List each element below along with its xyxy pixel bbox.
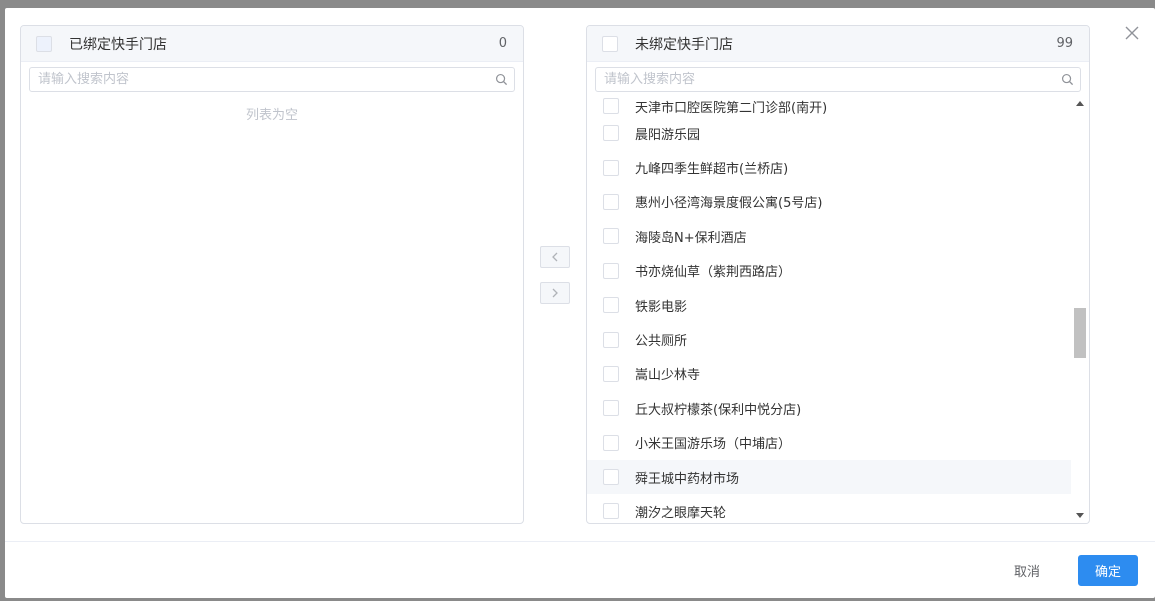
- unbound-panel-title: 未绑定快手门店: [635, 36, 733, 53]
- store-checkbox[interactable]: [603, 262, 619, 279]
- unbound-store-list: 天津市口腔医院第二门诊部(南开) 晨阳游乐园九峰四季生鲜超市(兰桥店) 惠州小径湾海…: [587, 96, 1071, 523]
- unbound-count: 99: [1056, 36, 1073, 51]
- unbound-panel-header: 未绑定快手门店 99: [587, 26, 1089, 62]
- unbound-search-input[interactable]: [596, 68, 1080, 91]
- scroll-down-arrow-icon[interactable]: [1076, 513, 1084, 518]
- list-item[interactable]: 海陵岛N+保利酒店: [587, 219, 1071, 253]
- search-icon[interactable]: [495, 73, 508, 86]
- search-icon[interactable]: [1061, 73, 1074, 86]
- list-item[interactable]: 天津市口腔医院第二门诊部(南开): [587, 96, 1071, 116]
- list-item[interactable]: 小米王国游乐场（中埔店）: [587, 426, 1071, 460]
- list-scrollbar[interactable]: [1072, 96, 1088, 523]
- store-name-label: 晨阳游乐园: [635, 127, 701, 143]
- chevron-left-icon: [552, 252, 558, 262]
- unbound-select-all-checkbox[interactable]: [602, 35, 618, 52]
- unbound-search-box: [595, 67, 1081, 92]
- dialog-footer: 取消 确定: [5, 541, 1155, 598]
- list-item[interactable]: 书亦烧仙草（紫荆西路店）: [587, 254, 1071, 288]
- move-to-left-button[interactable]: [540, 246, 570, 268]
- move-to-right-button[interactable]: [540, 282, 570, 304]
- bound-stores-panel: 已绑定快手门店 0 列表为空: [20, 25, 524, 524]
- store-name-label: 九峰四季生鲜超市(兰桥店): [635, 162, 789, 178]
- bind-store-dialog: 已绑定快手门店 0 列表为空 未绑定快手门店 99 天津市口腔医院第二门诊部(南…: [5, 8, 1155, 598]
- scroll-up-arrow-icon[interactable]: [1076, 101, 1084, 106]
- list-item[interactable]: 九峰四季生鲜超市(兰桥店): [587, 150, 1071, 184]
- store-name-label: 潮汐之眼摩天轮: [635, 505, 727, 521]
- scrollbar-thumb[interactable]: [1074, 308, 1086, 358]
- unbound-list-viewport: 天津市口腔医院第二门诊部(南开) 晨阳游乐园九峰四季生鲜超市(兰桥店) 惠州小径湾海…: [587, 96, 1089, 523]
- store-checkbox[interactable]: [603, 331, 619, 348]
- bound-panel-title: 已绑定快手门店: [69, 36, 167, 53]
- store-name-label: 丘大叔柠檬茶(保利中悦分店): [635, 402, 802, 418]
- store-checkbox[interactable]: [603, 125, 619, 142]
- store-name-label: 天津市口腔医院第二门诊部(南开): [635, 100, 828, 116]
- bound-panel-header: 已绑定快手门店 0: [21, 26, 523, 62]
- store-name-label: 嵩山少林寺: [635, 368, 701, 384]
- store-name-label: 惠州小径湾海景度假公寓(5号店): [635, 196, 823, 212]
- close-icon[interactable]: [1123, 24, 1141, 42]
- list-item[interactable]: 潮汐之眼摩天轮: [587, 494, 1071, 523]
- store-checkbox[interactable]: [603, 228, 619, 245]
- list-item[interactable]: 铁影电影: [587, 288, 1071, 322]
- list-item[interactable]: 公共厕所: [587, 322, 1071, 356]
- unbound-stores-panel: 未绑定快手门店 99 天津市口腔医院第二门诊部(南开) 晨阳游乐园九峰四季生鲜超市…: [586, 25, 1090, 524]
- list-item[interactable]: 嵩山少林寺: [587, 357, 1071, 391]
- store-name-label: 海陵岛N+保利酒店: [635, 230, 747, 246]
- store-name-label: 书亦烧仙草（紫荆西路店）: [635, 265, 792, 281]
- store-checkbox[interactable]: [603, 434, 619, 451]
- empty-list-text: 列表为空: [245, 108, 298, 123]
- store-checkbox[interactable]: [603, 98, 619, 114]
- store-checkbox[interactable]: [603, 400, 619, 417]
- store-checkbox[interactable]: [603, 365, 619, 382]
- confirm-button[interactable]: 确定: [1078, 555, 1138, 586]
- cancel-button[interactable]: 取消: [1004, 555, 1050, 585]
- store-name-label: 小米王国游乐场（中埔店）: [635, 437, 792, 453]
- list-item[interactable]: 惠州小径湾海景度假公寓(5号店): [587, 185, 1071, 219]
- list-item[interactable]: 晨阳游乐园: [587, 116, 1071, 150]
- bound-search-box: [29, 67, 515, 92]
- bound-count: 0: [498, 36, 507, 51]
- store-checkbox[interactable]: [603, 193, 619, 210]
- store-checkbox[interactable]: [603, 159, 619, 176]
- bound-search-input[interactable]: [30, 68, 514, 91]
- store-checkbox[interactable]: [603, 503, 619, 520]
- list-item[interactable]: 舜王城中药材市场: [587, 459, 1071, 495]
- store-name-label: 公共厕所: [635, 334, 688, 350]
- store-name-label: 铁影电影: [635, 299, 688, 315]
- store-checkbox[interactable]: [603, 469, 619, 486]
- list-item[interactable]: 丘大叔柠檬茶(保利中悦分店): [587, 391, 1071, 425]
- store-checkbox[interactable]: [603, 297, 619, 314]
- chevron-right-icon: [552, 288, 558, 298]
- store-name-label: 舜王城中药材市场: [635, 471, 740, 487]
- bound-select-all-checkbox[interactable]: [36, 35, 52, 52]
